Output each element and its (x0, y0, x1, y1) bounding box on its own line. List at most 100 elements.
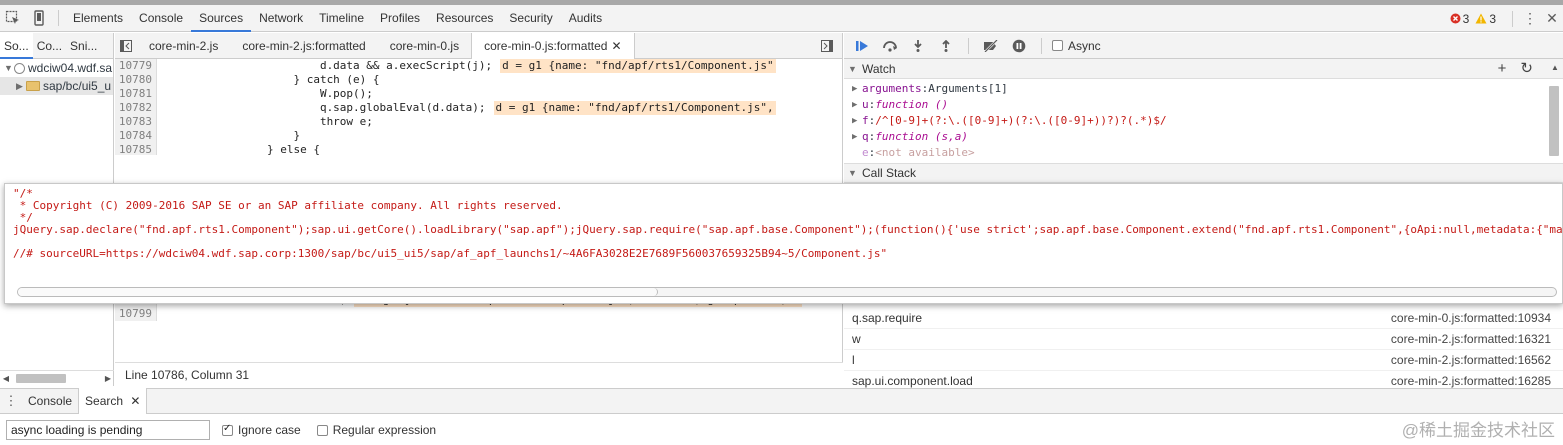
tab-timeline[interactable]: Timeline (311, 5, 372, 32)
tab-elements[interactable]: Elements (65, 5, 131, 32)
watch-entry[interactable]: e: <not available> (844, 145, 1563, 161)
call-frame[interactable]: w core-min-2.js:formatted:16321 (844, 329, 1563, 350)
error-counter[interactable]: 3 (1450, 12, 1469, 26)
step-out-icon[interactable] (934, 35, 958, 57)
drawer-tabs: ⋮ Console Search ✕ (0, 388, 1563, 414)
code-text: } catch (e) { (161, 73, 380, 86)
watch-entry[interactable]: ▶ q: function (s,a) (844, 129, 1563, 145)
close-devtools-icon[interactable]: ✕ (1541, 10, 1563, 27)
tab-resources[interactable]: Resources (428, 5, 501, 32)
scroll-thumb[interactable] (1549, 86, 1559, 156)
line-number[interactable]: 10781 (115, 87, 157, 101)
watch-entry[interactable]: ▶ f: /^[0-9]+(?:\.([0-9]+)(?:\.([0-9]+))?… (844, 113, 1563, 129)
popover-code: "/* * Copyright (C) 2009-2016 SAP SE or … (5, 184, 1563, 260)
call-frame-location[interactable]: core-min-2.js:formatted:16562 (1391, 350, 1551, 370)
call-stack-pane-header[interactable]: ▼ Call Stack (844, 163, 1563, 183)
line-number[interactable]: 10780 (115, 73, 157, 87)
toolbar-divider (58, 10, 59, 26)
drawer-tab-label: Search (85, 394, 124, 408)
scroll-right-icon[interactable]: ▶ (102, 374, 114, 383)
tree-item-folder[interactable]: ▶ sap/bc/ui5_u (0, 77, 113, 95)
call-frame[interactable]: l core-min-2.js:formatted:16562 (844, 350, 1563, 371)
refresh-icon[interactable]: ↻ (1520, 59, 1533, 79)
pause-on-exceptions-icon[interactable] (1007, 35, 1031, 57)
tab-content-scripts[interactable]: Co... (33, 33, 66, 59)
line-number[interactable]: 10785 (115, 143, 157, 155)
step-over-icon[interactable] (878, 35, 902, 57)
watch-colon: : (921, 82, 929, 95)
watch-colon: : (868, 114, 876, 127)
line-number[interactable]: 10779 (115, 59, 157, 73)
tab-profiles[interactable]: Profiles (372, 5, 428, 32)
call-frame-location[interactable]: core-min-0.js:formatted:10934 (1391, 308, 1551, 328)
regex-label: Regular expression (332, 423, 437, 437)
navigator-scrollbar[interactable]: ◀ ▶ (0, 370, 114, 386)
editor-tab[interactable]: core-min-0.js (378, 33, 471, 59)
popover-line: //# sourceURL=https://wdciw04.wdf.sap.co… (13, 247, 888, 260)
tab-console[interactable]: Console (131, 5, 191, 32)
watch-key: e (862, 146, 869, 159)
ignore-case-option[interactable]: Ignore case (222, 423, 301, 437)
drawer-tab-search[interactable]: Search ✕ (78, 388, 148, 414)
line-number[interactable]: 10782 (115, 101, 157, 115)
toggle-debugger-icon[interactable] (816, 33, 838, 59)
watch-colon: : (868, 98, 876, 111)
warning-counter[interactable]: 3 (1475, 12, 1496, 26)
tab-sources[interactable]: Sources (191, 5, 252, 32)
regex-checkbox[interactable] (316, 424, 328, 436)
watch-value: function (s,a) (875, 130, 968, 143)
code-line: 10782 q.sap.globalEval(d.data); d = g1 {n… (115, 101, 842, 115)
editor-tab-label: core-min-0.js:formatted (484, 38, 608, 53)
call-frame[interactable]: q.sap.require core-min-0.js:formatted:109… (844, 308, 1563, 329)
async-toggle[interactable]: Async (1052, 39, 1101, 53)
device-mode-icon[interactable] (26, 5, 52, 31)
async-label: Async (1068, 38, 1101, 53)
line-number[interactable]: 10799 (115, 307, 157, 321)
close-tab-icon[interactable]: ✕ (130, 394, 140, 408)
popover-scroll-thumb[interactable] (18, 288, 658, 296)
code-line: 10780 } catch (e) { (115, 73, 842, 87)
search-input[interactable] (6, 420, 210, 440)
ignore-case-checkbox[interactable] (222, 423, 233, 436)
tab-network[interactable]: Network (251, 5, 311, 32)
line-number[interactable]: 10784 (115, 129, 157, 143)
watch-entry[interactable]: ▶ arguments: Arguments[1] (844, 81, 1563, 97)
editor-tab[interactable]: core-min-2.js (137, 33, 230, 59)
editor-tab[interactable]: core-min-2.js:formatted (230, 33, 377, 59)
watch-pane-header[interactable]: ▼ Watch + ↻ (844, 59, 1563, 79)
scroll-up-icon[interactable]: ▲ (1549, 63, 1561, 72)
editor-tab-active[interactable]: core-min-0.js:formatted ✕ (471, 32, 635, 59)
watch-key: u (862, 98, 869, 111)
call-frame-location[interactable]: core-min-2.js:formatted:16321 (1391, 329, 1551, 349)
close-drawer-icon[interactable]: ⋮ (0, 388, 22, 414)
close-tab-icon[interactable]: ✕ (611, 39, 621, 53)
more-options-icon[interactable]: ⋮ (1519, 10, 1541, 27)
popover-line: jQuery.sap.declare("fnd.apf.rts1.Compone… (13, 223, 1563, 236)
scroll-left-icon[interactable]: ◀ (0, 374, 12, 383)
inspect-element-icon[interactable] (0, 5, 26, 31)
popover-scrollbar[interactable] (17, 287, 1557, 297)
tab-security[interactable]: Security (501, 5, 560, 32)
code-text: } (161, 129, 301, 142)
line-number[interactable]: 10783 (115, 115, 157, 129)
tree-item-domain[interactable]: ▼ wdciw04.wdf.sa (0, 59, 113, 77)
resume-icon[interactable] (850, 35, 874, 57)
code-text: } else { (161, 143, 320, 155)
watch-title: Watch (862, 61, 896, 76)
add-watch-icon[interactable]: + (1498, 59, 1507, 79)
scroll-thumb[interactable] (16, 374, 66, 383)
expand-triangle-icon: ▶ (852, 116, 858, 126)
async-checkbox[interactable] (1052, 40, 1063, 51)
step-into-icon[interactable] (906, 35, 930, 57)
watch-entry[interactable]: ▶ u: function () (844, 97, 1563, 113)
tab-snippets[interactable]: Sni... (66, 33, 101, 59)
regex-option[interactable]: Regular expression (316, 423, 437, 437)
tab-audits[interactable]: Audits (561, 5, 610, 32)
collapse-triangle-icon: ▶ (16, 81, 23, 91)
tab-sources-nav[interactable]: So... (0, 32, 33, 59)
drawer-tab-console[interactable]: Console (22, 388, 78, 414)
watermark: @稀土掘金技术社区 (1401, 421, 1555, 440)
call-frame-function: w (852, 332, 861, 346)
deactivate-breakpoints-icon[interactable] (979, 35, 1003, 57)
toggle-navigator-icon[interactable] (115, 33, 137, 59)
